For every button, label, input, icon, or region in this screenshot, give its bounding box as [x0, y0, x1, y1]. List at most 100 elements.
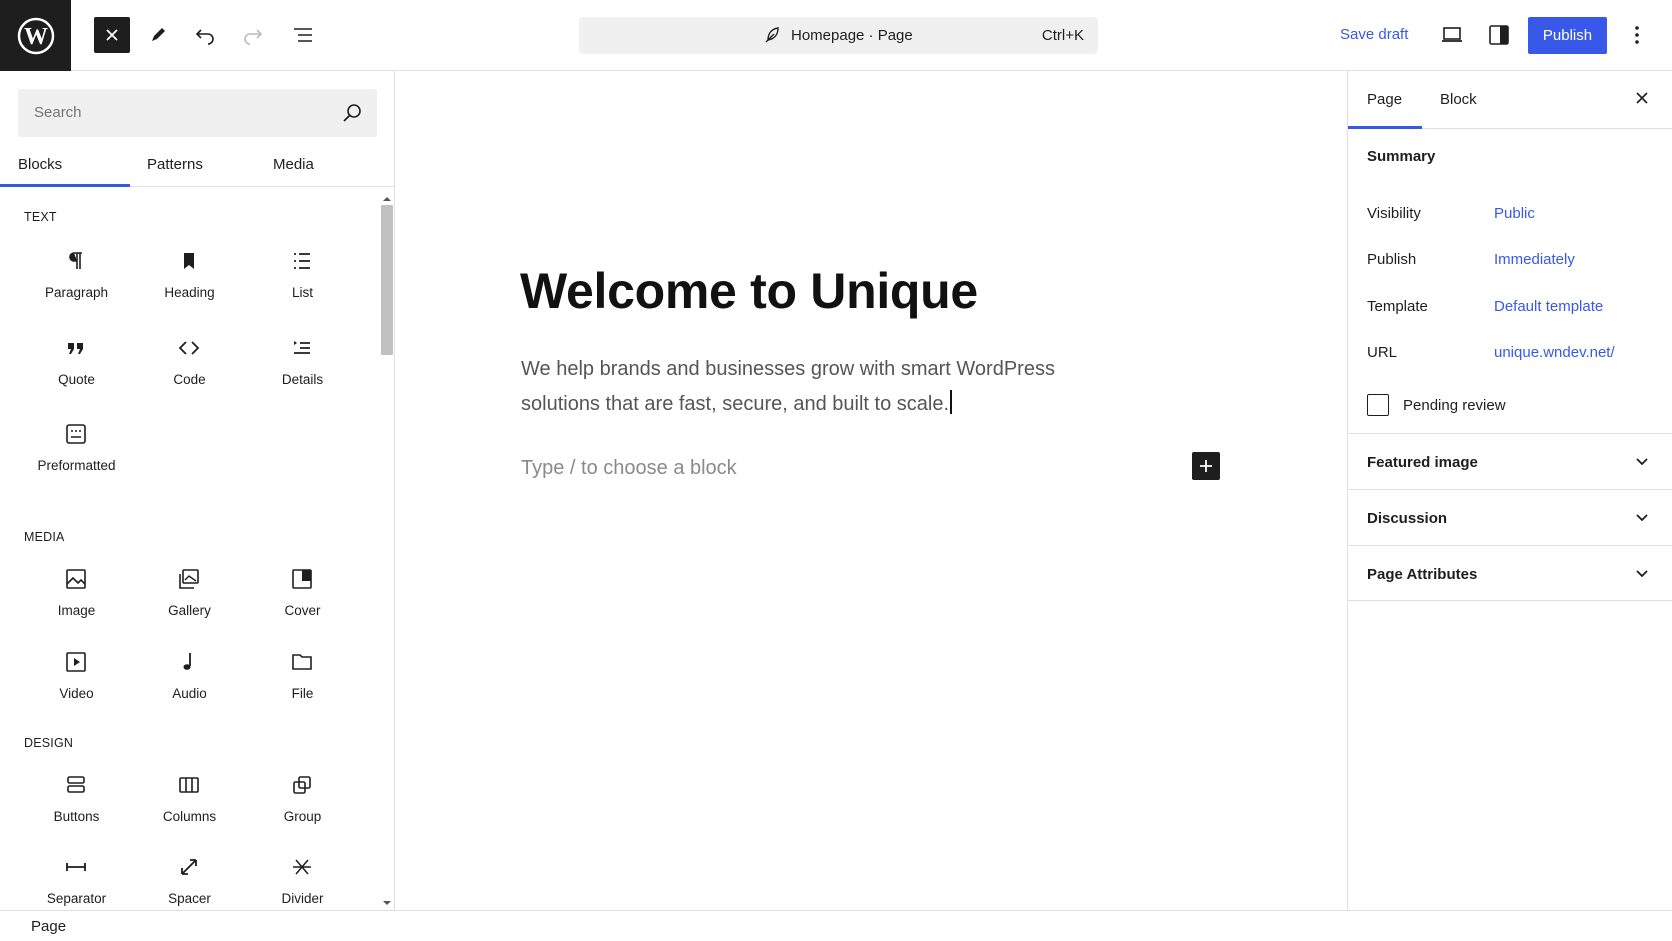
block-label: Cover	[284, 603, 321, 618]
block-label: Code	[173, 372, 206, 387]
block-file[interactable]: File	[246, 650, 359, 730]
close-inserter-button[interactable]	[94, 17, 130, 53]
block-breadcrumb-bar: Page	[0, 910, 1672, 941]
save-draft-button[interactable]: Save draft	[1340, 26, 1408, 43]
chevron-down-icon	[1636, 514, 1648, 522]
publish-label: Publish	[1542, 27, 1593, 44]
block-paragraph[interactable]: Paragraph	[20, 249, 133, 329]
page-attributes-panel[interactable]: Page Attributes	[1348, 545, 1672, 601]
list-icon	[294, 253, 310, 269]
close-settings-icon[interactable]	[1633, 89, 1651, 107]
block-quote[interactable]: Quote	[20, 336, 133, 416]
discussion-panel[interactable]: Discussion	[1348, 489, 1672, 545]
tab-block[interactable]: Block	[1440, 91, 1477, 108]
chevron-down-icon	[1636, 570, 1648, 578]
paragraph-line: solutions that are fast, secure, and bui…	[521, 393, 950, 415]
pencil-icon	[152, 28, 165, 41]
block-separator[interactable]: Separator	[20, 855, 133, 910]
visibility-value-button[interactable]: Public	[1494, 205, 1535, 222]
scroll-up-arrow-icon[interactable]	[380, 194, 394, 204]
editor-canvas[interactable]: Welcome to Unique We help brands and bus…	[396, 72, 1347, 910]
wordpress-logo-icon[interactable]: W	[0, 0, 71, 71]
url-button[interactable]: unique.wndev.net/	[1494, 344, 1615, 361]
block-video[interactable]: Video	[20, 650, 133, 730]
block-label: Group	[283, 809, 322, 824]
more-vertical-icon	[1635, 26, 1639, 44]
empty-block-placeholder[interactable]: Type / to choose a block	[521, 457, 737, 480]
block-label: File	[291, 686, 314, 701]
cover-icon	[292, 569, 312, 589]
group-icon	[293, 776, 311, 794]
category-heading-design: DESIGN	[24, 736, 74, 750]
template-button[interactable]: Default template	[1494, 298, 1603, 315]
block-gallery[interactable]: Gallery	[133, 567, 246, 647]
block-columns[interactable]: Columns	[133, 773, 246, 853]
featured-image-panel[interactable]: Featured image	[1348, 433, 1672, 489]
video-icon	[66, 652, 86, 672]
block-group[interactable]: Group	[246, 773, 359, 853]
details-icon	[294, 341, 310, 354]
block-label: Video	[59, 686, 94, 701]
breadcrumb-page[interactable]: Page	[31, 918, 66, 935]
active-tab-indicator	[1348, 126, 1422, 129]
quote-icon	[68, 343, 83, 354]
block-heading[interactable]: Heading	[133, 249, 246, 329]
block-cover[interactable]: Cover	[246, 567, 359, 647]
tools-button[interactable]	[140, 17, 176, 53]
block-inserter-panel: Search Blocks Patterns Media TEXT Paragr…	[0, 71, 395, 910]
publish-label: Publish	[1367, 251, 1417, 268]
add-block-button[interactable]	[1192, 452, 1220, 480]
pending-review-checkbox[interactable]	[1367, 394, 1389, 416]
undo-button[interactable]	[187, 17, 223, 53]
plus-icon	[1200, 460, 1212, 472]
file-icon	[292, 654, 312, 670]
block-audio[interactable]: Audio	[133, 650, 246, 730]
settings-toggle-button[interactable]	[1481, 17, 1517, 53]
command-palette-bar[interactable]: Homepage · Page Ctrl+K	[579, 17, 1098, 54]
tab-patterns-label: Patterns	[147, 156, 203, 173]
block-label: Preformatted	[37, 458, 116, 473]
publish-date-button[interactable]: Immediately	[1494, 251, 1575, 268]
chevron-down-icon	[1636, 458, 1648, 466]
scroll-down-arrow-icon[interactable]	[380, 898, 394, 908]
audio-icon	[183, 653, 191, 670]
block-divider[interactable]: Divider	[246, 855, 359, 910]
block-label: Audio	[172, 686, 207, 701]
block-search-input[interactable]: Search	[18, 89, 377, 137]
settings-sidebar: Page Block Summary Visibility Public Pub…	[1347, 71, 1672, 910]
block-label: Divider	[281, 891, 324, 906]
code-icon	[178, 341, 200, 355]
buttons-icon	[67, 776, 85, 793]
block-preformatted[interactable]: Preformatted	[20, 422, 133, 502]
document-overview-button[interactable]	[285, 17, 321, 53]
pending-review-label[interactable]: Pending review	[1403, 397, 1506, 414]
text-caret	[950, 390, 953, 414]
undo-icon	[195, 29, 214, 45]
tab-page[interactable]: Page	[1367, 91, 1402, 108]
settings-tabs: Page Block	[1348, 71, 1672, 129]
preview-button[interactable]	[1434, 17, 1470, 53]
svg-text:W: W	[24, 24, 48, 50]
spacer-icon	[181, 859, 197, 875]
block-details[interactable]: Details	[246, 336, 359, 416]
heading-icon	[184, 253, 194, 269]
search-icon	[343, 104, 361, 122]
page-title[interactable]: Welcome to Unique	[520, 262, 978, 320]
block-code[interactable]: Code	[133, 336, 246, 416]
block-label: Gallery	[168, 603, 211, 618]
document-title: Homepage · Page	[791, 27, 913, 44]
paragraph-block[interactable]: We help brands and businesses grow with …	[521, 352, 1121, 422]
options-button[interactable]	[1622, 17, 1652, 53]
url-label: URL	[1367, 344, 1398, 361]
block-list[interactable]: List	[246, 249, 359, 329]
redo-button[interactable]	[235, 17, 271, 53]
gallery-icon	[179, 569, 199, 589]
block-spacer[interactable]: Spacer	[133, 855, 246, 910]
scrollbar-thumb[interactable]	[381, 205, 393, 355]
separator-icon	[66, 863, 86, 871]
publish-button[interactable]: Publish	[1528, 17, 1607, 54]
block-image[interactable]: Image	[20, 567, 133, 647]
category-heading-media: MEDIA	[24, 530, 65, 544]
block-buttons[interactable]: Buttons	[20, 773, 133, 853]
block-label: Buttons	[53, 809, 100, 824]
